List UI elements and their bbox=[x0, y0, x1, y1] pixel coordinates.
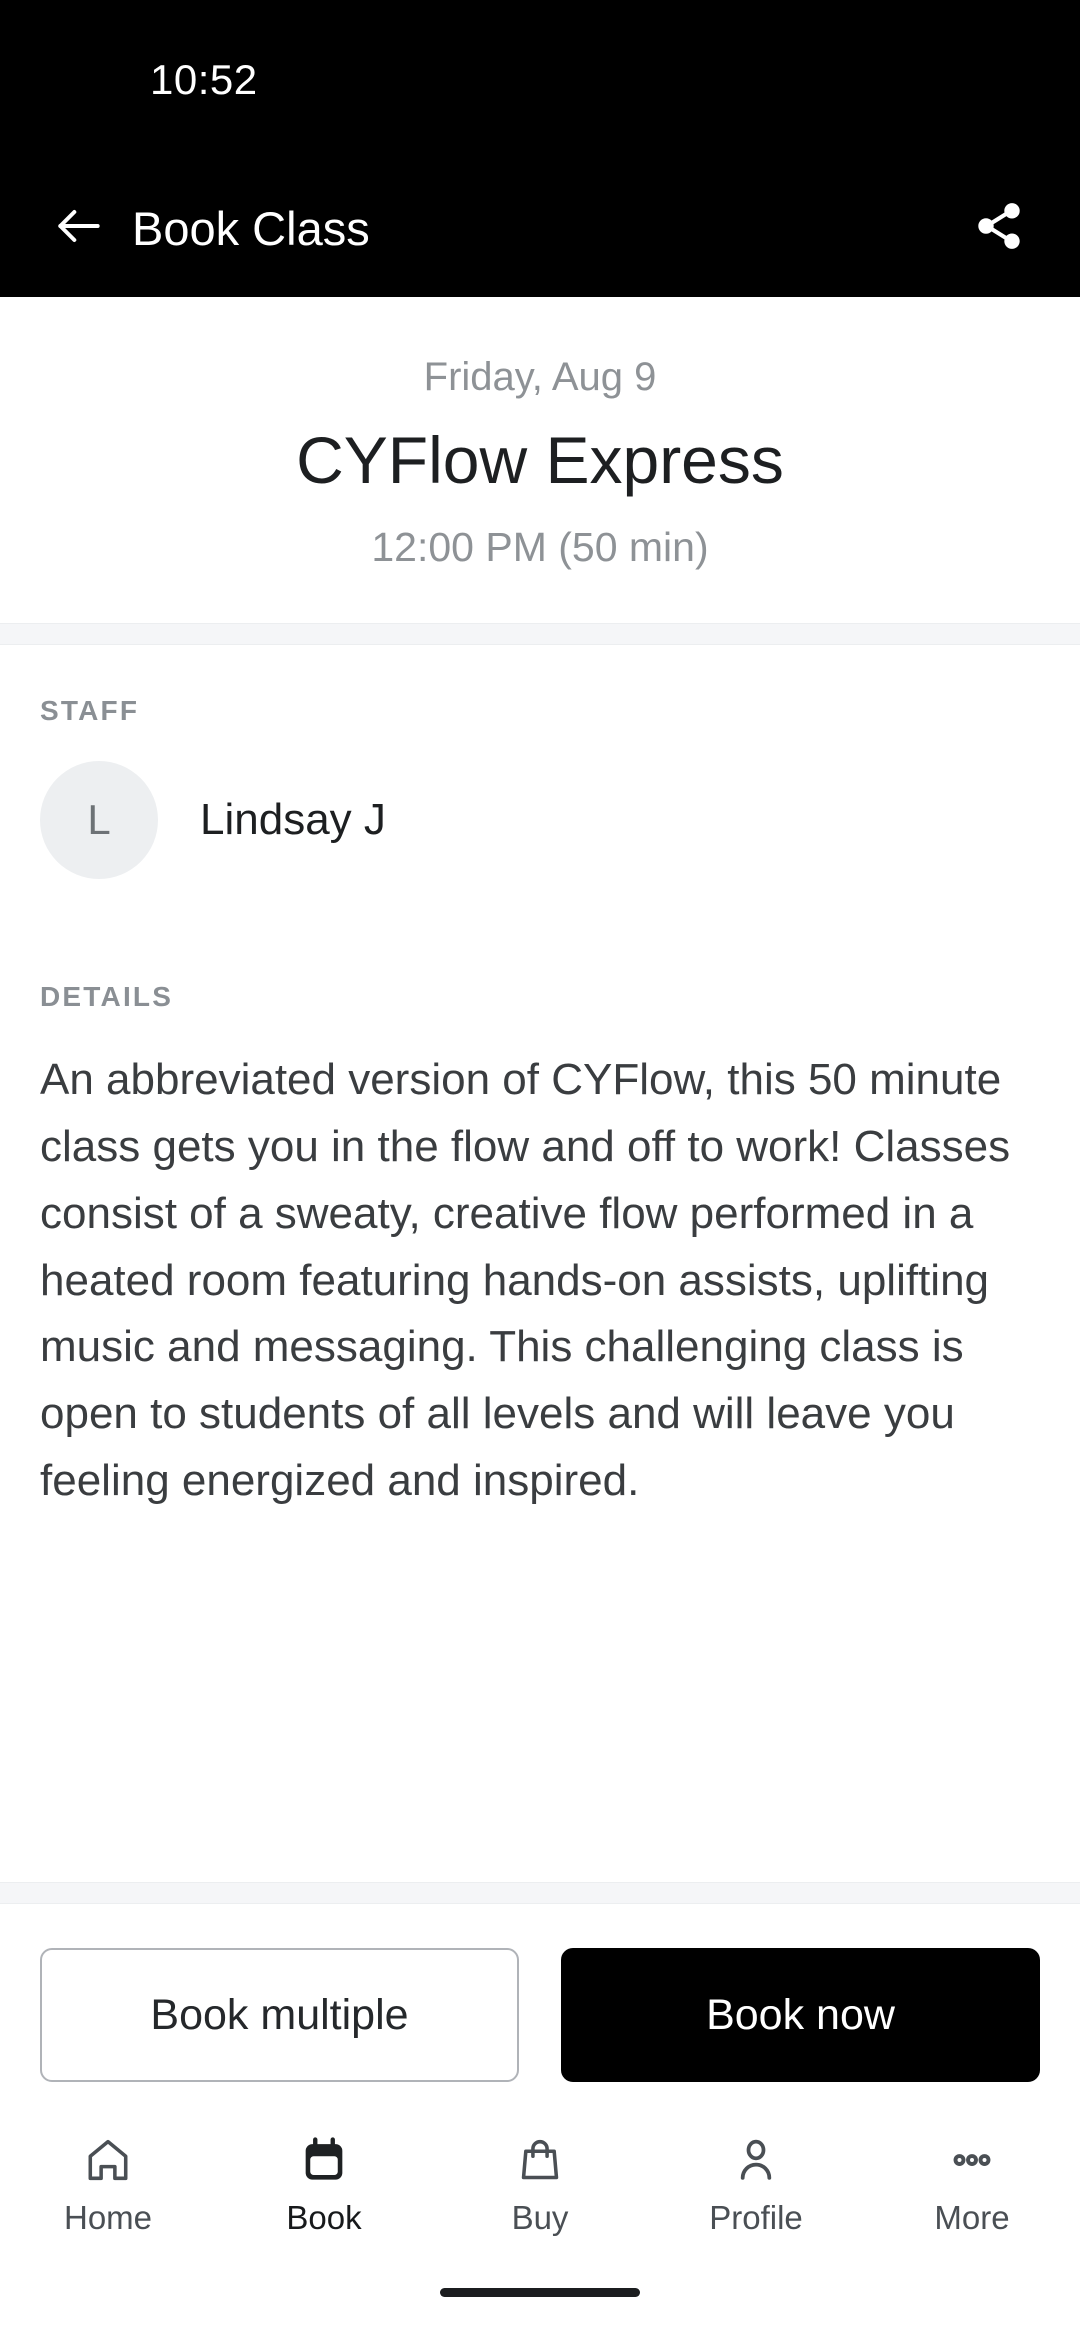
share-icon bbox=[973, 200, 1025, 257]
person-icon bbox=[731, 2132, 781, 2188]
arrow-left-icon bbox=[51, 198, 107, 259]
shopping-bag-icon bbox=[515, 2132, 565, 2188]
avatar: L bbox=[40, 760, 158, 879]
class-name: CYFlow Express bbox=[296, 423, 784, 497]
section-divider bbox=[0, 622, 1080, 645]
class-header: Friday, Aug 9 CYFlow Express 12:00 PM (5… bbox=[0, 297, 1080, 623]
class-time: 12:00 PM (50 min) bbox=[371, 523, 709, 570]
bottom-navigation: Home Book Buy Profile More bbox=[0, 2118, 1080, 2288]
app-bar: Book Class bbox=[0, 160, 1080, 297]
nav-label-profile: Profile bbox=[709, 2199, 803, 2236]
nav-item-home[interactable]: Home bbox=[0, 2132, 216, 2237]
nav-label-home: Home bbox=[63, 2199, 153, 2236]
class-detail-content: Friday, Aug 9 CYFlow Express 12:00 PM (5… bbox=[0, 297, 1080, 1882]
gesture-area bbox=[0, 2288, 1080, 2340]
staff-row[interactable]: L Lindsay J bbox=[40, 760, 1040, 931]
calendar-icon bbox=[299, 2132, 349, 2188]
gesture-bar[interactable] bbox=[440, 2288, 640, 2297]
class-date: Friday, Aug 9 bbox=[423, 355, 657, 399]
nav-item-more[interactable]: More bbox=[864, 2132, 1080, 2237]
details-section: DETAILS An abbreviated version of CYFlow… bbox=[0, 930, 1080, 1546]
nav-label-buy: Buy bbox=[511, 2199, 569, 2236]
page-title: Book Class bbox=[132, 202, 370, 255]
nav-item-buy[interactable]: Buy bbox=[432, 2132, 648, 2237]
class-description: An abbreviated version of CYFlow, this 5… bbox=[40, 1054, 1011, 1506]
status-bar-clock: 10:52 bbox=[150, 56, 258, 103]
status-bar: 10:52 bbox=[0, 0, 1080, 160]
nav-label-more: More bbox=[934, 2199, 1010, 2236]
action-bar: Book multiple Book now bbox=[0, 1904, 1080, 2118]
nav-item-profile[interactable]: Profile bbox=[648, 2132, 864, 2237]
book-now-button[interactable]: Book now bbox=[561, 1948, 1040, 2082]
nav-label-book: Book bbox=[286, 2199, 362, 2236]
details-section-label: DETAILS bbox=[40, 980, 174, 1012]
share-button[interactable] bbox=[962, 192, 1036, 266]
nav-item-book[interactable]: Book bbox=[216, 2132, 432, 2237]
ellipsis-icon bbox=[947, 2132, 997, 2188]
staff-section-label: STAFF bbox=[40, 694, 140, 726]
home-icon bbox=[83, 2132, 133, 2188]
back-button[interactable] bbox=[42, 192, 116, 266]
app-screen: 10:52 Book Class Friday, Aug 9 CYFlow Ex… bbox=[0, 0, 1080, 2340]
book-multiple-button[interactable]: Book multiple bbox=[40, 1948, 519, 2082]
actions-divider bbox=[0, 1882, 1080, 1904]
avatar-initial: L bbox=[87, 795, 111, 843]
staff-section: STAFF L Lindsay J bbox=[0, 644, 1080, 931]
staff-name: Lindsay J bbox=[200, 794, 386, 844]
